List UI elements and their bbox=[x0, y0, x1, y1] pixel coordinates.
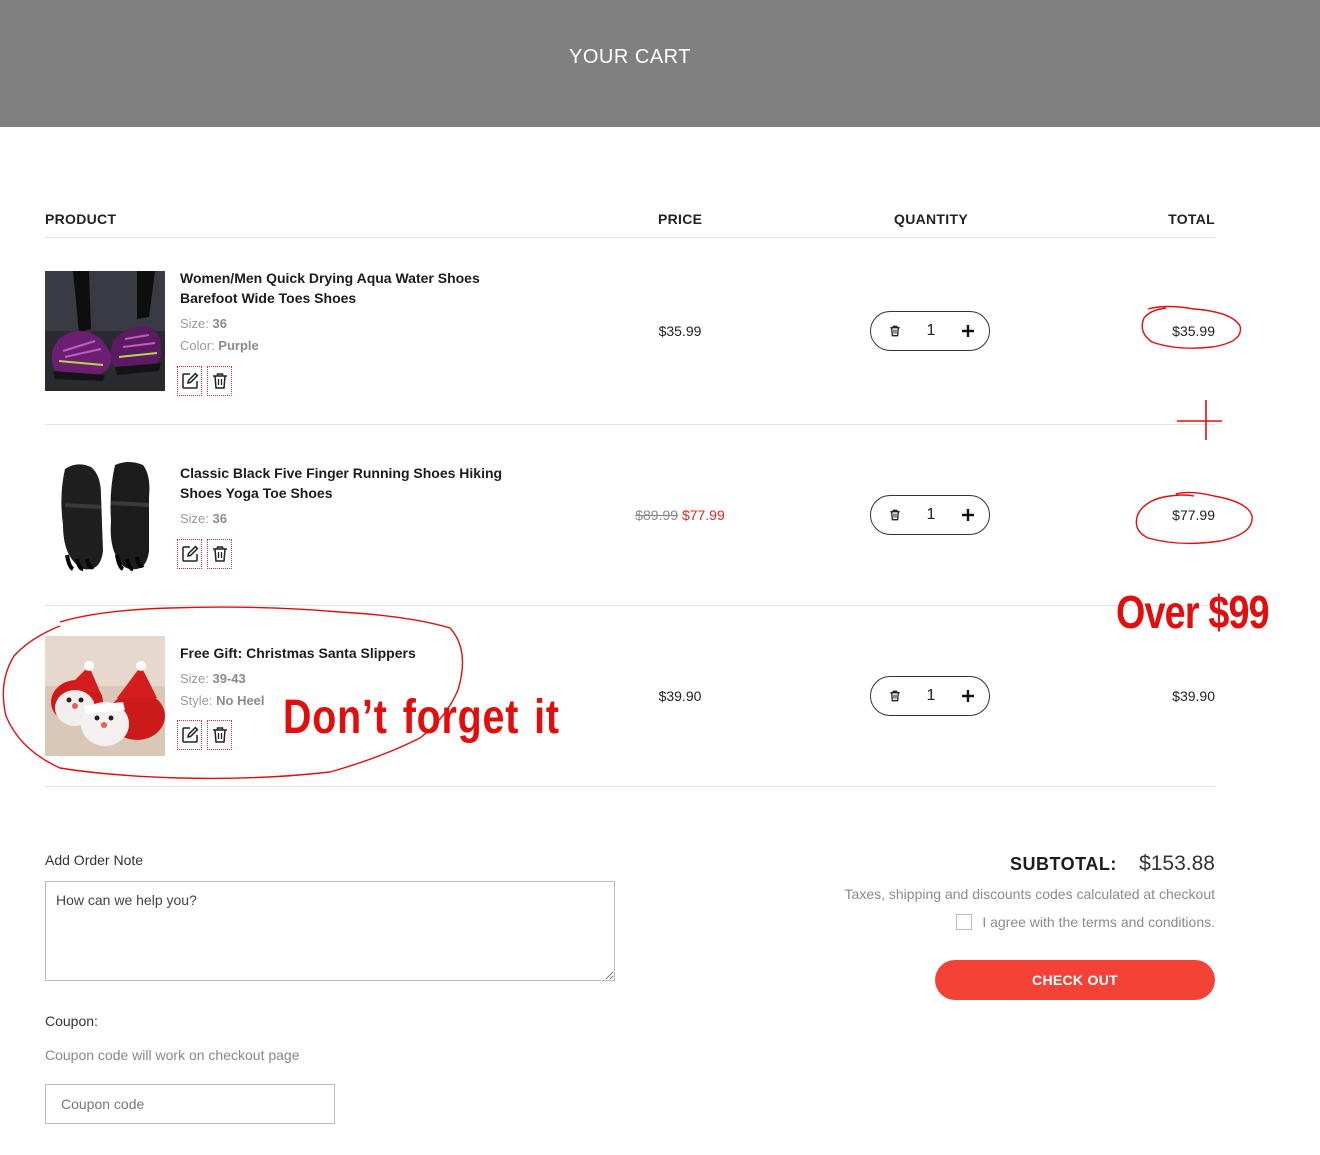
coupon-label: Coupon: bbox=[45, 1013, 98, 1029]
order-note-field[interactable] bbox=[45, 881, 615, 981]
remove-quantity-button[interactable] bbox=[887, 688, 903, 704]
product-image[interactable] bbox=[45, 455, 165, 575]
product-image[interactable] bbox=[45, 271, 165, 391]
checkout-button[interactable]: CHECK OUT bbox=[935, 960, 1215, 1000]
item-price: $39.90 bbox=[658, 688, 702, 704]
terms-agreement[interactable]: I agree with the terms and conditions. bbox=[956, 914, 1215, 930]
trash-icon bbox=[212, 727, 227, 743]
terms-label[interactable]: I agree with the terms and conditions. bbox=[982, 914, 1215, 930]
plus-icon bbox=[962, 690, 974, 702]
product-name[interactable]: Classic Black Five Finger Running Shoes … bbox=[180, 463, 520, 503]
edit-button[interactable] bbox=[177, 539, 202, 569]
increase-quantity-button[interactable] bbox=[959, 506, 977, 524]
item-price: $35.99 bbox=[658, 323, 702, 339]
page-header: YOUR CART bbox=[0, 0, 1320, 127]
delete-button[interactable] bbox=[207, 539, 232, 569]
divider bbox=[45, 605, 1215, 606]
remove-quantity-button[interactable] bbox=[887, 323, 903, 339]
trash-icon bbox=[890, 509, 900, 521]
item-total: $77.99 bbox=[1172, 507, 1215, 523]
product-name[interactable]: Women/Men Quick Drying Aqua Water Shoes … bbox=[180, 268, 520, 308]
item-total: $35.99 bbox=[1172, 323, 1215, 339]
delete-button[interactable] bbox=[207, 366, 232, 396]
quantity-value[interactable]: 1 bbox=[919, 506, 943, 524]
product-name[interactable]: Free Gift: Christmas Santa Slippers bbox=[180, 643, 520, 663]
subtotal-label: SUBTOTAL: bbox=[1010, 854, 1117, 874]
product-image[interactable] bbox=[45, 636, 165, 756]
tax-note: Taxes, shipping and discounts codes calc… bbox=[844, 886, 1215, 902]
column-header-price: PRICE bbox=[658, 211, 703, 227]
product-size: Size: 36 bbox=[180, 511, 227, 526]
plus-icon bbox=[962, 509, 974, 521]
edit-icon bbox=[181, 545, 198, 562]
terms-checkbox[interactable] bbox=[956, 914, 973, 930]
subtotal-value: $153.88 bbox=[1139, 852, 1215, 875]
edit-icon bbox=[181, 372, 198, 389]
trash-icon bbox=[890, 325, 900, 337]
column-header-total: TOTAL bbox=[1168, 211, 1215, 227]
quantity-value[interactable]: 1 bbox=[919, 687, 943, 705]
trash-icon bbox=[212, 546, 227, 562]
order-note-label: Add Order Note bbox=[45, 852, 144, 868]
delete-button[interactable] bbox=[207, 720, 232, 750]
column-header-product: PRODUCT bbox=[45, 211, 117, 227]
quantity-stepper[interactable]: 1 bbox=[870, 676, 990, 716]
original-price: $89.99 bbox=[635, 507, 679, 523]
increase-quantity-button[interactable] bbox=[959, 687, 977, 705]
coupon-input[interactable] bbox=[45, 1084, 335, 1124]
edit-button[interactable] bbox=[177, 720, 202, 750]
quantity-stepper[interactable]: 1 bbox=[870, 495, 990, 535]
product-size: Size: 36 bbox=[180, 316, 227, 331]
plus-icon bbox=[962, 325, 974, 337]
annotation-over-99: Over $99 bbox=[1116, 586, 1270, 638]
trash-icon bbox=[212, 373, 227, 389]
quantity-value[interactable]: 1 bbox=[919, 322, 943, 340]
divider bbox=[45, 786, 1215, 787]
increase-quantity-button[interactable] bbox=[959, 322, 977, 340]
annotation-dont-forget: Don’t forget it bbox=[283, 691, 560, 744]
sale-price: $77.99 bbox=[681, 507, 725, 523]
product-color: Color: Purple bbox=[180, 338, 259, 353]
annotation-plus bbox=[1177, 400, 1222, 440]
product-size: Size: 39-43 bbox=[180, 671, 246, 686]
product-style: Style: No Heel bbox=[180, 693, 265, 708]
column-header-quantity: QUANTITY bbox=[894, 211, 968, 227]
item-price: $89.99 $77.99 bbox=[600, 507, 760, 523]
coupon-hint: Coupon code will work on checkout page bbox=[45, 1047, 300, 1063]
quantity-stepper[interactable]: 1 bbox=[870, 311, 990, 351]
page-title: YOUR CART bbox=[569, 46, 691, 68]
divider bbox=[45, 424, 1215, 425]
divider bbox=[45, 237, 1215, 238]
remove-quantity-button[interactable] bbox=[887, 507, 903, 523]
trash-icon bbox=[890, 690, 900, 702]
item-total: $39.90 bbox=[1172, 688, 1215, 704]
edit-button[interactable] bbox=[177, 366, 202, 396]
edit-icon bbox=[181, 726, 198, 743]
